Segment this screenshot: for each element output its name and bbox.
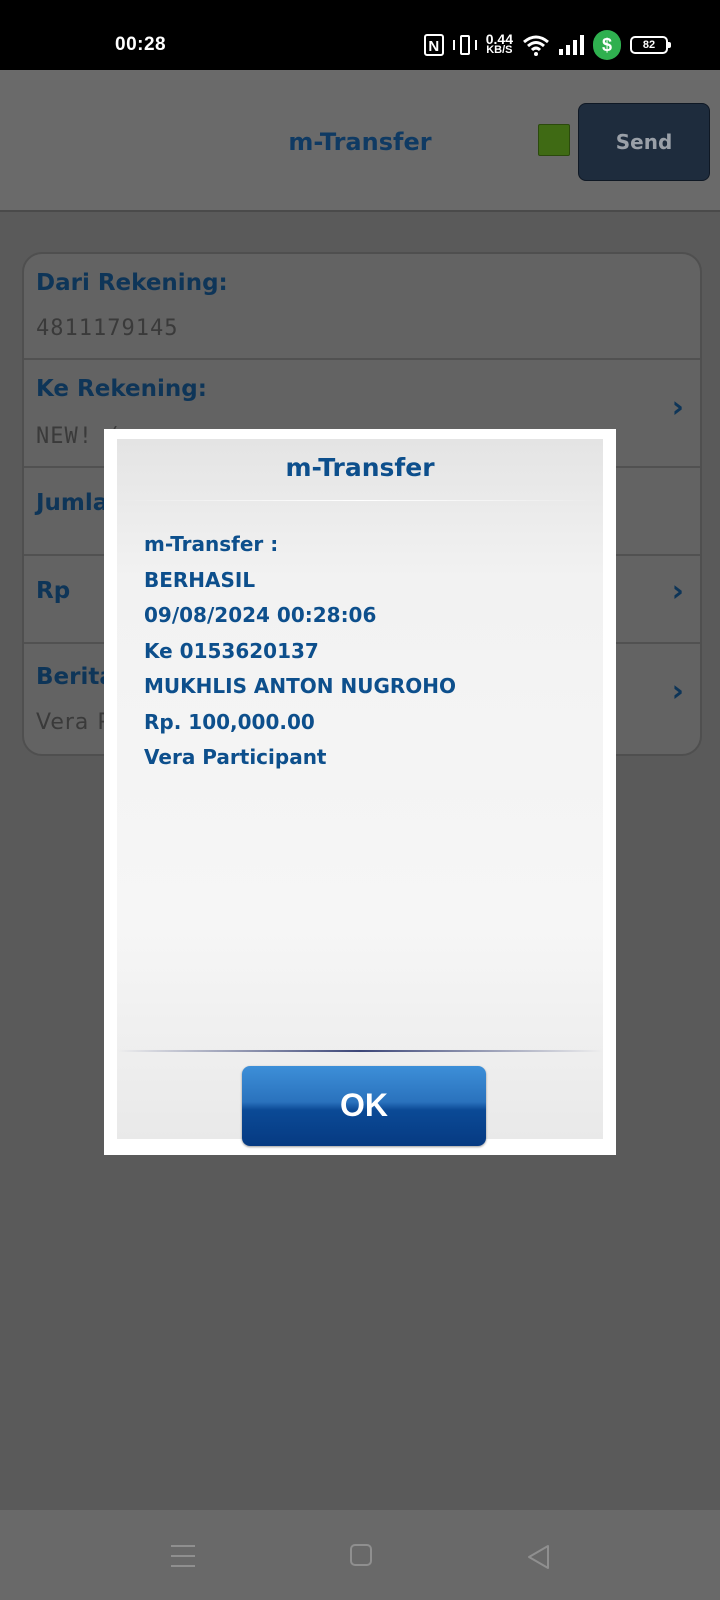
transfer-amount: Rp. 100,000.00 — [144, 709, 315, 734]
status-time: 00:28 — [115, 34, 167, 55]
from-account-row: Dari Rekening: 4811179145 — [24, 254, 700, 360]
message-value: Vera P — [36, 710, 112, 735]
timestamp: 09/08/2024 00:28:06 — [144, 603, 377, 627]
dialog-title: m-Transfer — [285, 453, 435, 482]
network-speed: 0.44 KB/S — [485, 31, 513, 56]
recipient-name: MUKHLIS ANTON NUGROHO — [144, 674, 457, 698]
destination-account: Ke 0153620137 — [144, 638, 319, 663]
amount-label: Rp — [36, 578, 71, 604]
home-icon[interactable] — [350, 1544, 372, 1566]
menu-icon[interactable] — [171, 1545, 195, 1567]
dialog-body: m-Transfer m-Transfer : BERHASIL 09/08/2… — [117, 439, 603, 1146]
message-line: m-Transfer : — [144, 532, 279, 556]
divider — [117, 1050, 603, 1052]
back-icon[interactable] — [526, 1544, 552, 1570]
transfer-note: Vera Participant — [144, 745, 327, 769]
send-button[interactable]: Send — [578, 103, 710, 181]
result-dialog: m-Transfer m-Transfer : BERHASIL 09/08/2… — [104, 429, 616, 1155]
chevron-right-icon: › — [671, 674, 684, 709]
chevron-right-icon: › — [671, 390, 684, 425]
amount-type-label: Jumla — [36, 490, 109, 516]
signal-icon — [559, 35, 584, 55]
status-icons: N 0.44 KB/S $ 82 — [423, 30, 671, 60]
status-indicator — [538, 124, 570, 156]
divider — [117, 500, 603, 501]
navigation-bar — [0, 1510, 720, 1600]
dialog-message: m-Transfer : BERHASIL 09/08/2024 00:28:0… — [144, 527, 456, 776]
vibrate-icon — [452, 34, 477, 56]
nfc-icon: N — [423, 34, 444, 56]
battery-icon: 82 — [630, 36, 671, 54]
from-account-label: Dari Rekening: — [36, 270, 228, 296]
status-bar: 00:28 N 0.44 KB/S $ 82 — [0, 0, 720, 70]
ok-button[interactable]: OK — [242, 1066, 486, 1146]
chevron-right-icon: › — [671, 574, 684, 609]
shield-dollar-icon: $ — [593, 30, 621, 60]
status-text: BERHASIL — [144, 567, 256, 592]
from-account-value: 4811179145 — [36, 316, 179, 341]
app-header: m-Transfer Send — [0, 70, 720, 212]
to-account-label: Ke Rekening: — [36, 376, 207, 402]
wifi-icon — [523, 35, 549, 56]
